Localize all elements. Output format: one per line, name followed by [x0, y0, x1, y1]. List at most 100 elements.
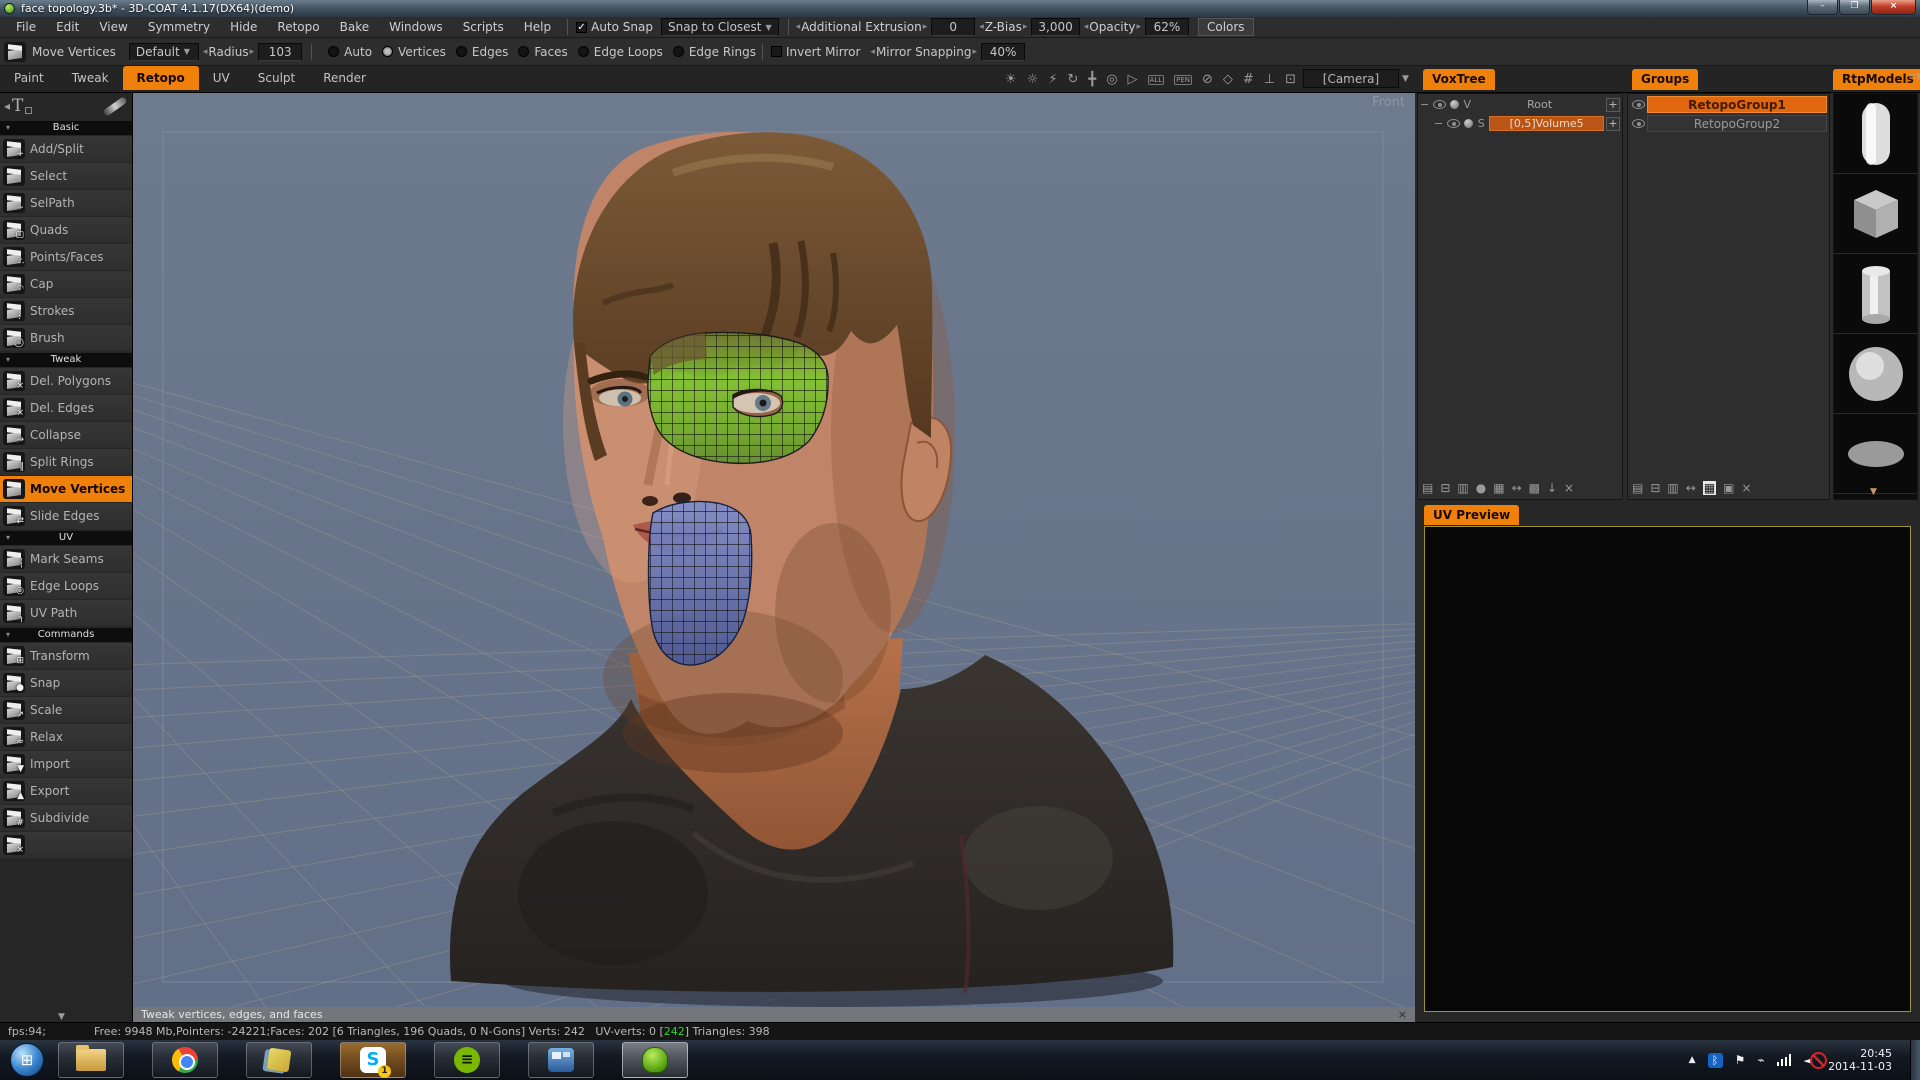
new-layer-icon[interactable]: ▤: [1422, 481, 1433, 495]
taskbar-spotify-button[interactable]: ≡: [434, 1042, 500, 1078]
power-plug-icon[interactable]: ⌁: [1757, 1053, 1764, 1067]
stencil-icon[interactable]: [25, 107, 32, 114]
rtp-sphere-thumb[interactable]: [1834, 334, 1917, 414]
select-all-icon[interactable]: ALL: [1148, 75, 1165, 85]
sidebar-item-import[interactable]: ▼Import: [0, 751, 132, 777]
taskbar-3dcoat-button[interactable]: [622, 1042, 688, 1078]
voxtree-row-volume5[interactable]: − S [0,5]Volume5 +: [1418, 115, 1622, 132]
tab-paint[interactable]: Paint: [0, 66, 58, 90]
sidebar-item-del-polygons[interactable]: ×Del. Polygons: [0, 368, 132, 394]
text-tool-icon[interactable]: T: [12, 96, 23, 116]
add-child-button[interactable]: +: [1606, 117, 1620, 131]
section-header-commands[interactable]: Commands: [0, 628, 132, 642]
delete-group-icon[interactable]: ⊟: [1650, 481, 1660, 495]
no-snap-icon[interactable]: ⊘: [1202, 72, 1213, 87]
start-button[interactable]: ⊞: [10, 1043, 44, 1077]
tab-sculpt[interactable]: Sculpt: [244, 66, 309, 90]
swap-icon[interactable]: ↔: [1686, 481, 1696, 495]
uv-preview-canvas[interactable]: [1424, 526, 1911, 1012]
sidebar-item-edge-loops[interactable]: ◎Edge Loops: [0, 573, 132, 599]
zoom-view-icon[interactable]: ◎: [1106, 72, 1117, 87]
sidebar-item-export[interactable]: ▲Export: [0, 778, 132, 804]
minimize-button[interactable]: –: [1807, 0, 1838, 15]
add-child-button[interactable]: +: [1606, 98, 1620, 112]
close-icon[interactable]: ×: [1398, 1008, 1407, 1021]
rtp-cylinder-thumb[interactable]: [1834, 254, 1917, 334]
voxtree-item-name[interactable]: Root: [1473, 98, 1606, 111]
mode-radio-edges[interactable]: [456, 46, 467, 57]
group-name[interactable]: RetopoGroup2: [1647, 115, 1827, 132]
menu-bake[interactable]: Bake: [330, 17, 380, 38]
new-group-icon[interactable]: ▤: [1632, 481, 1643, 495]
tray-expand-icon[interactable]: ▲: [1689, 1055, 1696, 1065]
import-icon[interactable]: ↓: [1547, 481, 1557, 495]
tab-groups[interactable]: Groups: [1632, 69, 1698, 90]
dither-icon[interactable]: ▥: [1667, 481, 1678, 495]
shader-ball-icon[interactable]: [1450, 100, 1459, 109]
volume-muted-icon[interactable]: ◄: [1804, 1054, 1812, 1067]
menu-retopo[interactable]: Retopo: [267, 17, 329, 38]
taskbar-explorer-button[interactable]: [58, 1042, 124, 1078]
menu-edit[interactable]: Edit: [46, 17, 89, 38]
sidebar-item-selpath[interactable]: ~SelPath: [0, 190, 132, 216]
sidebar-item-split-rings[interactable]: ∥Split Rings: [0, 449, 132, 475]
sidebar-item-clipped[interactable]: ×: [0, 832, 132, 858]
tab-tweak[interactable]: Tweak: [58, 66, 123, 90]
sidebar-item-mark-seams[interactable]: ┆Mark Seams: [0, 546, 132, 572]
mode-radio-faces[interactable]: [518, 46, 529, 57]
menu-hide[interactable]: Hide: [220, 17, 267, 38]
preset-dropdown[interactable]: Default ▼: [129, 43, 199, 61]
clear-icon[interactable]: ×: [1742, 481, 1752, 495]
sidebar-item-quads[interactable]: ▢Quads: [0, 217, 132, 243]
rtp-cube-thumb[interactable]: [1834, 174, 1917, 254]
taskbar-chrome-button[interactable]: [152, 1042, 218, 1078]
menu-scripts[interactable]: Scripts: [453, 17, 514, 38]
mode-radio-edge-loops[interactable]: [578, 46, 589, 57]
mode-radio-auto[interactable]: [328, 46, 339, 57]
restore-button[interactable]: ❐: [1839, 0, 1870, 15]
collapse-icon[interactable]: −: [1420, 98, 1429, 111]
sidebar-item-scale[interactable]: ↗Scale: [0, 697, 132, 723]
sidebar-item-transform[interactable]: ⊞Transform: [0, 643, 132, 669]
merge-icon[interactable]: ▦: [1493, 481, 1504, 495]
collapse-icon[interactable]: −: [1434, 117, 1443, 130]
pen-mode-icon[interactable]: PEN: [1174, 75, 1192, 85]
mode-radio-vertices[interactable]: [382, 46, 393, 57]
menu-help[interactable]: Help: [514, 17, 561, 38]
close-button[interactable]: ×: [1871, 0, 1916, 15]
light-direction-icon[interactable]: ⚡: [1048, 72, 1057, 87]
taskbar-skype-button[interactable]: S1: [340, 1042, 406, 1078]
z-bias-field[interactable]: 3,000: [1031, 18, 1079, 36]
auto-snap-checkbox[interactable]: ✓: [576, 22, 587, 33]
chevron-down-icon[interactable]: ▼: [1402, 74, 1409, 84]
panel-menu-icon[interactable]: ≡▼: [1908, 72, 1920, 82]
colors-button[interactable]: Colors: [1198, 18, 1254, 36]
bulb-icon[interactable]: ☼: [1027, 72, 1039, 87]
brush-preview-icon[interactable]: [102, 96, 127, 117]
visibility-eye-icon[interactable]: [1447, 119, 1460, 128]
camera-dropdown[interactable]: [Camera]: [1303, 69, 1399, 88]
wire-cube-icon[interactable]: ◇: [1223, 72, 1233, 87]
taskbar-notes-button[interactable]: [246, 1042, 312, 1078]
invert-mirror-checkbox[interactable]: [771, 46, 782, 57]
sidebar-item-add-split[interactable]: +Add/Split: [0, 136, 132, 162]
sidebar-item-brush[interactable]: ◯Brush: [0, 325, 132, 351]
sun-icon[interactable]: ☀: [1005, 72, 1017, 87]
tab-render[interactable]: Render: [309, 66, 380, 90]
snap-mode-dropdown[interactable]: Snap to Closest ▼: [661, 18, 779, 36]
scroll-down-icon[interactable]: ▼: [1870, 487, 1877, 497]
sidebar-item-move-vertices[interactable]: Move Vertices: [0, 476, 132, 502]
section-header-tweak[interactable]: Tweak: [0, 353, 132, 367]
rtp-disc-thumb[interactable]: [1834, 414, 1917, 494]
grid-toggle-icon[interactable]: #: [1243, 72, 1254, 87]
tab-uv[interactable]: UV: [199, 66, 244, 90]
maximize-view-icon[interactable]: ⊡: [1285, 72, 1296, 87]
clear-icon[interactable]: ×: [1564, 481, 1574, 495]
sphere-icon[interactable]: ●: [1476, 481, 1486, 495]
sidebar-item-slide-edges[interactable]: ⇄Slide Edges: [0, 503, 132, 529]
bluetooth-icon[interactable]: ᛒ: [1708, 1053, 1723, 1068]
rtp-capsule-thumb[interactable]: [1834, 94, 1917, 174]
play-icon[interactable]: ▷: [1128, 72, 1138, 87]
collapse-arrow-icon[interactable]: ◂: [4, 99, 10, 113]
voxtree-row-root[interactable]: − V Root +: [1418, 96, 1622, 113]
